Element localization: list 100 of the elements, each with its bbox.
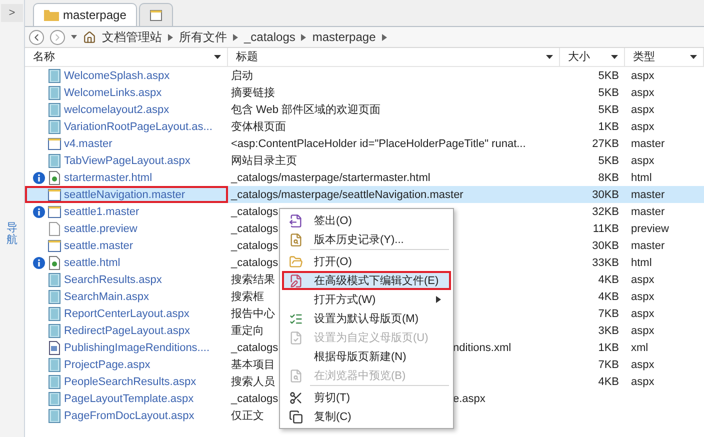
title-text: _catalogs: [231, 238, 278, 252]
name-cell[interactable]: seattle.master: [25, 237, 228, 254]
name-cell[interactable]: ProjectPage.aspx: [25, 356, 228, 373]
column-header[interactable]: 类型: [625, 48, 704, 66]
page-layout-icon: [48, 358, 61, 372]
file-name[interactable]: VariationRootPageLayout.as...: [64, 120, 212, 134]
file-name[interactable]: seattleNavigation.master: [64, 188, 186, 202]
home-icon[interactable]: [83, 30, 96, 44]
image-file-icon: [48, 340, 61, 354]
file-name[interactable]: welcomelayout2.aspx: [64, 102, 170, 116]
name-cell[interactable]: seattle.html: [25, 254, 228, 271]
type-text: aspx: [631, 306, 654, 320]
file-name[interactable]: PeopleSearchResults.aspx: [64, 374, 196, 388]
breadcrumb-arrow-icon[interactable]: [233, 34, 238, 40]
menu-item[interactable]: 复制(C): [282, 407, 451, 426]
breadcrumb-arrow-icon[interactable]: [168, 34, 173, 40]
size-text: 30KB: [592, 238, 619, 252]
breadcrumb-arrow-icon[interactable]: [382, 34, 387, 40]
name-cell[interactable]: seattleNavigation.master: [25, 186, 228, 203]
breadcrumb-item[interactable]: masterpage: [312, 30, 376, 44]
breadcrumb-item[interactable]: 文档管理站: [102, 30, 162, 44]
breadcrumb-item[interactable]: _catalogs: [244, 30, 296, 44]
name-cell[interactable]: ReportCenterLayout.aspx: [25, 305, 228, 322]
type-text: aspx: [631, 120, 654, 134]
expand-button[interactable]: >: [1, 4, 23, 22]
page-layout-icon: [48, 68, 61, 82]
name-cell[interactable]: seattle.preview: [25, 220, 228, 237]
navigation-label[interactable]: 导航: [6, 222, 18, 246]
menu-item[interactable]: 打开(O): [282, 252, 451, 271]
size-text: 5KB: [598, 154, 619, 168]
name-cell[interactable]: PageFromDocLayout.aspx: [25, 407, 228, 424]
window-icon: [48, 188, 61, 202]
name-cell[interactable]: v4.master: [25, 135, 228, 152]
title-text: 摘要链接: [231, 86, 275, 100]
name-cell[interactable]: WelcomeLinks.aspx: [25, 84, 228, 101]
menu-item[interactable]: 签出(O): [282, 211, 451, 230]
new-tab-button[interactable]: [139, 3, 174, 26]
name-cell[interactable]: startermaster.html: [25, 169, 228, 186]
menu-item[interactable]: 打开方式(W): [282, 290, 451, 309]
dropdown-icon[interactable]: [546, 55, 553, 59]
name-cell[interactable]: WelcomeSplash.aspx: [25, 67, 228, 84]
size-text: 33KB: [592, 256, 619, 270]
file-name[interactable]: PublishingImageRenditions....: [64, 340, 210, 354]
column-header[interactable]: 标题: [228, 48, 560, 66]
breadcrumb-item[interactable]: 所有文件: [179, 30, 227, 44]
file-name[interactable]: v4.master: [64, 136, 112, 150]
dropdown-icon[interactable]: [611, 55, 618, 59]
name-cell[interactable]: PeopleSearchResults.aspx: [25, 373, 228, 390]
column-header[interactable]: 大小: [560, 48, 625, 66]
name-cell[interactable]: welcomelayout2.aspx: [25, 101, 228, 118]
column-header[interactable]: 名称: [25, 48, 228, 66]
title-text: 搜索框: [231, 290, 264, 304]
menu-item[interactable]: 根据母版页新建(N): [282, 347, 451, 366]
name-cell[interactable]: seattle1.master: [25, 203, 228, 220]
title-text: _catalogs: [231, 340, 278, 354]
file-edit-icon: [289, 274, 303, 288]
title-text: e.aspx: [453, 392, 486, 406]
dropdown-icon[interactable]: [690, 55, 697, 59]
file-name[interactable]: seattle.master: [64, 238, 134, 252]
file-name[interactable]: PageLayoutTemplate.aspx: [64, 392, 194, 406]
dropdown-icon[interactable]: [214, 55, 221, 59]
file-name[interactable]: RedirectPageLayout.aspx: [64, 324, 190, 338]
menu-item[interactable]: 剪切(T): [282, 388, 451, 407]
file-name[interactable]: seattle.html: [64, 256, 120, 270]
file-name[interactable]: PageFromDocLayout.aspx: [64, 408, 194, 422]
name-cell[interactable]: RedirectPageLayout.aspx: [25, 322, 228, 339]
file-name[interactable]: TabViewPageLayout.aspx: [64, 154, 190, 168]
file-name[interactable]: seattle.preview: [64, 222, 138, 236]
file-name[interactable]: ProjectPage.aspx: [64, 358, 150, 372]
name-cell[interactable]: VariationRootPageLayout.as...: [25, 118, 228, 135]
file-name[interactable]: startermaster.html: [64, 170, 152, 184]
page-layout-icon: [48, 86, 61, 100]
dropdown-icon[interactable]: [71, 35, 77, 39]
name-cell[interactable]: TabViewPageLayout.aspx: [25, 152, 228, 169]
html-file-icon: [48, 170, 61, 184]
name-cell[interactable]: SearchMain.aspx: [25, 288, 228, 305]
file-name[interactable]: SearchMain.aspx: [64, 290, 149, 304]
file-name[interactable]: WelcomeSplash.aspx: [64, 68, 170, 82]
copy-icon: [289, 410, 303, 424]
file-name[interactable]: SearchResults.aspx: [64, 272, 162, 286]
name-cell[interactable]: PublishingImageRenditions....: [25, 339, 228, 356]
breadcrumb-arrow-icon[interactable]: [301, 34, 306, 40]
forward-button[interactable]: [50, 30, 65, 44]
size-text: 8KB: [598, 170, 619, 184]
name-cell[interactable]: SearchResults.aspx: [25, 271, 228, 288]
back-button[interactable]: [29, 30, 44, 44]
folder-tab[interactable]: masterpage: [33, 3, 138, 26]
menu-item[interactable]: 设置为默认母版页(M): [282, 309, 451, 328]
file-name[interactable]: ReportCenterLayout.aspx: [64, 306, 190, 320]
folder-icon: [289, 254, 303, 268]
name-cell[interactable]: PageLayoutTemplate.aspx: [25, 390, 228, 407]
title-text: _catalogs: [231, 392, 278, 406]
menu-item[interactable]: 在高级模式下编辑文件(E): [282, 271, 451, 290]
file-name[interactable]: seattle1.master: [64, 204, 140, 218]
title-text: _catalogs: [231, 222, 278, 236]
type-text: html: [631, 170, 652, 184]
size-text: 1KB: [598, 340, 619, 354]
file-name[interactable]: WelcomeLinks.aspx: [64, 86, 162, 100]
checklist-icon: [289, 312, 303, 326]
size-text: 4KB: [598, 374, 619, 388]
